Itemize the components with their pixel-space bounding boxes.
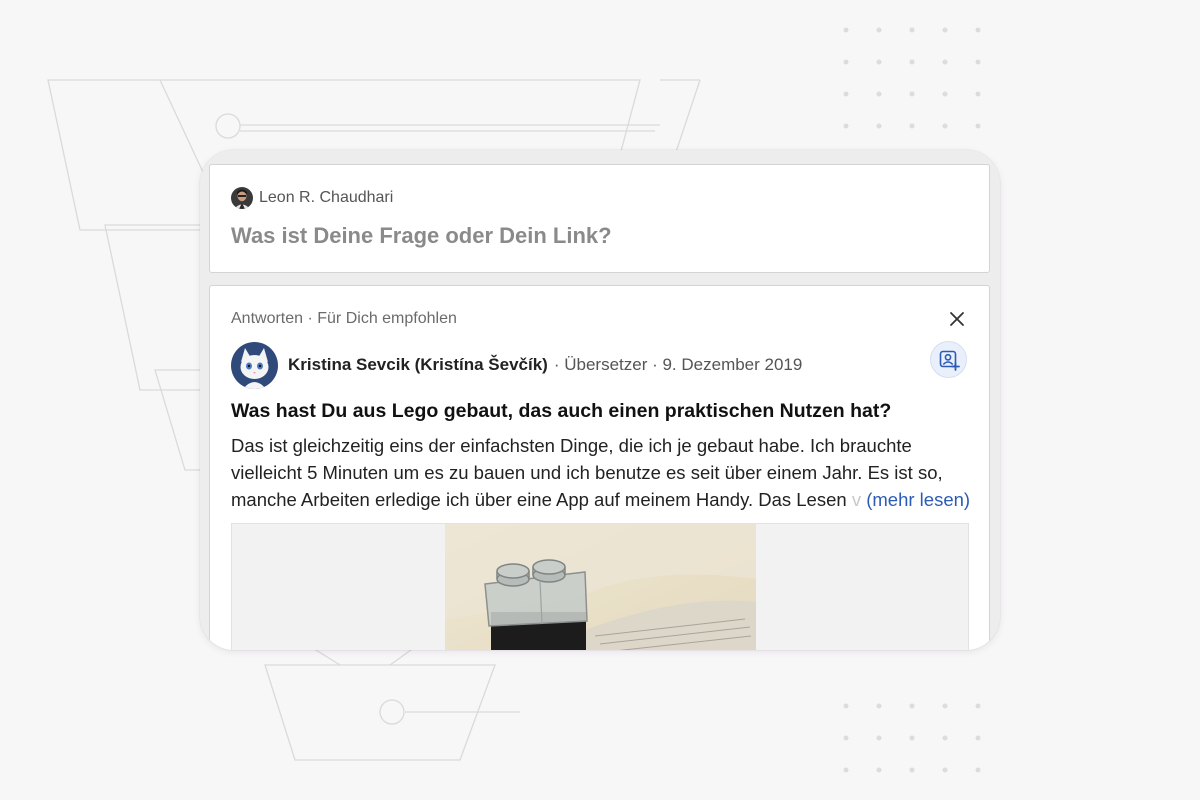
- close-icon: [950, 312, 964, 326]
- screenshot-stage: Leon R. Chaudhari Was ist Deine Frage od…: [0, 0, 1200, 800]
- composer-user-name: Leon R. Chaudhari: [259, 189, 394, 206]
- author-row: Kristina Sevcik (Kristína Ševčík) · Über…: [231, 341, 802, 389]
- author-avatar[interactable]: [231, 341, 278, 389]
- feed-meta-label: Antworten · Für Dich empfohlen: [231, 310, 457, 327]
- question-title[interactable]: Was hast Du aus Lego gebaut, das auch ei…: [231, 400, 891, 423]
- composer-user: Leon R. Chaudhari: [231, 187, 393, 209]
- add-person-icon: [939, 350, 960, 371]
- ask-question-prompt[interactable]: Was ist Deine Frage oder Dein Link?: [231, 223, 612, 249]
- answer-fade-text: v: [851, 489, 862, 510]
- answer-photo: [445, 524, 756, 650]
- answer-line: Das ist gleichzeitig eins der einfachste…: [231, 435, 912, 456]
- author-credential-date: · Übersetzer · 9. Dezember 2019: [553, 355, 803, 374]
- user-avatar[interactable]: [231, 187, 253, 209]
- author-name[interactable]: Kristina Sevcik (Kristína Ševčík): [288, 355, 548, 375]
- follow-author-button[interactable]: [930, 341, 967, 378]
- answer-line-last: manche Arbeiten erledige ich über eine A…: [231, 486, 976, 513]
- close-button[interactable]: [946, 308, 968, 330]
- answer-feed-card: Antworten · Für Dich empfohlen Kristina …: [209, 285, 990, 650]
- answer-image-container[interactable]: [231, 523, 969, 650]
- app-window: Leon R. Chaudhari Was ist Deine Frage od…: [200, 150, 1000, 650]
- ask-question-box[interactable]: Leon R. Chaudhari Was ist Deine Frage od…: [209, 164, 990, 273]
- answer-line: vielleicht 5 Minuten um es zu bauen und …: [231, 462, 943, 483]
- read-more-link[interactable]: (mehr lesen): [866, 489, 970, 510]
- answer-preview[interactable]: Das ist gleichzeitig eins der einfachste…: [231, 432, 976, 513]
- answer-line: manche Arbeiten erledige ich über eine A…: [231, 489, 847, 510]
